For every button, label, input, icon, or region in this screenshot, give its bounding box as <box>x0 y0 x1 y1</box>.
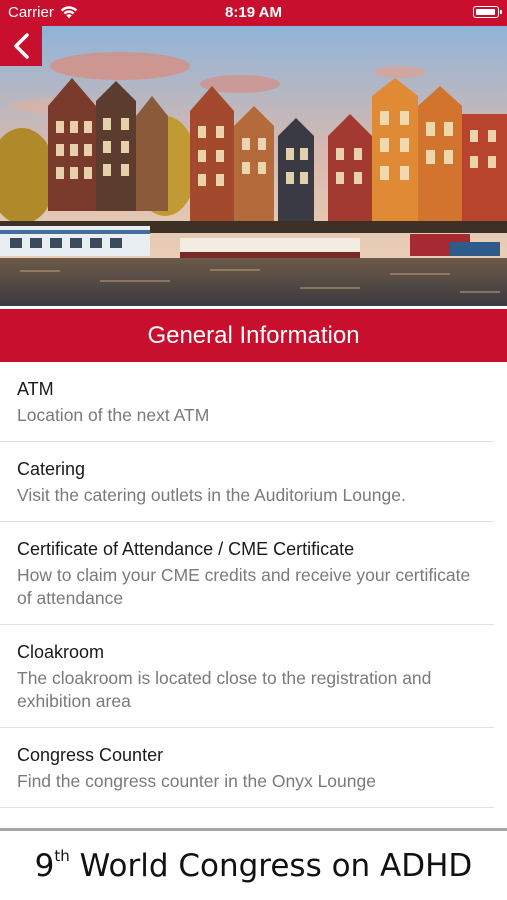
list-item-description: How to claim your CME credits and receiv… <box>17 565 471 608</box>
chevron-left-icon <box>14 33 29 59</box>
list-item-description: Location of the next ATM <box>17 405 210 425</box>
list-item-cloakroom[interactable]: Cloakroom The cloakroom is located close… <box>0 625 494 728</box>
footer-banner: 9th World Congress on ADHD <box>0 828 507 900</box>
list-item-title: Cloakroom <box>17 642 105 662</box>
list-item-title: Catering <box>17 459 86 479</box>
list-item-congress-counter[interactable]: Congress Counter Find the congress count… <box>0 728 494 808</box>
status-bar: Carrier 8:19 AM <box>0 0 507 26</box>
footer-ordinal-number: 9 <box>34 847 55 884</box>
list-item-description: Find the congress counter in the Onyx Lo… <box>17 771 376 791</box>
footer-ordinal-suffix: th <box>54 847 70 866</box>
list-item-certificate[interactable]: Certificate of Attendance / CME Certific… <box>0 522 494 625</box>
list-item-atm[interactable]: ATM Location of the next ATM <box>0 362 494 442</box>
list-item-description: Visit the catering outlets in the Audito… <box>17 485 406 505</box>
canal-houses-illustration <box>0 26 507 306</box>
list-item-title: Certificate of Attendance / CME Certific… <box>17 539 355 559</box>
back-button[interactable] <box>0 26 42 66</box>
footer-ordinal: 9th <box>34 847 70 884</box>
section-title: General Information <box>147 321 360 349</box>
footer-title: World Congress on ADHD <box>79 847 473 884</box>
status-time: 8:19 AM <box>225 4 282 21</box>
list-item-description: The cloakroom is located close to the re… <box>17 668 432 711</box>
list-item-title: ATM <box>17 379 54 399</box>
info-list: ATM Location of the next ATM Catering Vi… <box>0 362 507 828</box>
section-header: General Information <box>0 306 507 362</box>
list-item-catering[interactable]: Catering Visit the catering outlets in t… <box>0 442 494 522</box>
list-item-title: Congress Counter <box>17 745 164 765</box>
hero-image <box>0 26 507 306</box>
battery-icon <box>473 6 502 18</box>
